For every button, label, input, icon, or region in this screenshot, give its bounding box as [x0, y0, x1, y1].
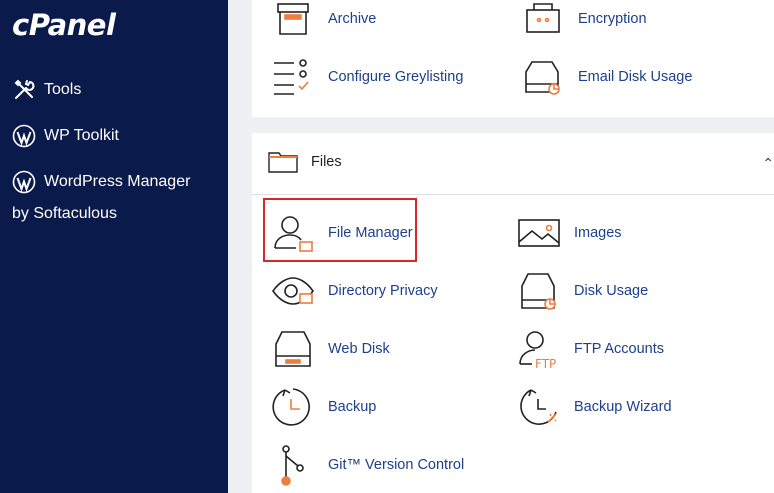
archive-link[interactable]: Archive [272, 0, 376, 40]
wordpress-icon [12, 124, 36, 148]
sidebar-item-wordpress-manager[interactable]: WordPress Manager [12, 170, 190, 194]
files-section-card: Files ⌃ File Manager Images Directory Pr… [252, 133, 774, 493]
disk-usage-link[interactable]: Disk Usage [518, 270, 648, 312]
directory-privacy-icon [272, 277, 314, 305]
directory-privacy-link[interactable]: Directory Privacy [272, 270, 438, 312]
main-content: Archive Encryption Configure Greylisting… [228, 0, 774, 493]
svg-text:FTP: FTP [535, 357, 556, 370]
images-icon [518, 219, 560, 247]
section-title: Files [311, 154, 342, 170]
backup-wizard-link[interactable]: Backup Wizard [518, 386, 672, 428]
folder-icon [268, 152, 298, 173]
configure-greylisting-link[interactable]: Configure Greylisting [272, 56, 463, 98]
cpanel-logo[interactable]: cPanel [12, 8, 116, 42]
sidebar-item-sublabel[interactable]: by Softaculous [12, 205, 117, 223]
sidebar-item-label: WordPress Manager [44, 173, 191, 190]
git-version-control-link[interactable]: Git™ Version Control [272, 444, 464, 486]
greylisting-icon [274, 59, 309, 95]
web-disk-link[interactable]: Web Disk [272, 328, 390, 370]
backup-wizard-icon [520, 389, 557, 425]
sidebar-item-label: WP Toolkit [44, 127, 119, 144]
email-section-card: Archive Encryption Configure Greylisting… [252, 0, 774, 117]
email-disk-usage-link[interactable]: Email Disk Usage [522, 56, 692, 98]
file-manager-link[interactable]: File Manager [272, 212, 413, 254]
encryption-link[interactable]: Encryption [522, 0, 647, 40]
git-icon [281, 445, 304, 486]
backup-icon [272, 388, 310, 426]
encryption-icon [526, 3, 560, 33]
ftp-accounts-icon: FTP [519, 331, 556, 370]
sidebar-item-wp-toolkit[interactable]: WP Toolkit [12, 124, 119, 148]
wordpress-icon [12, 170, 36, 194]
archive-icon [277, 3, 309, 35]
backup-link[interactable]: Backup [272, 386, 376, 428]
disk-usage-icon [521, 273, 556, 310]
sidebar-item-tools[interactable]: Tools [12, 78, 81, 102]
files-section-header[interactable]: Files ⌃ [252, 133, 774, 195]
web-disk-icon [275, 331, 311, 367]
email-disk-usage-icon [525, 61, 560, 95]
sidebar-item-label: Tools [44, 81, 82, 98]
sidebar: cPanel Tools WP Toolkit WordPress Manage… [0, 0, 228, 493]
chevron-up-icon[interactable]: ⌃ [762, 155, 774, 172]
images-link[interactable]: Images [518, 212, 622, 254]
file-manager-icon [274, 216, 313, 252]
tools-icon [14, 79, 35, 99]
ftp-accounts-link[interactable]: FTP FTP Accounts [518, 328, 664, 370]
